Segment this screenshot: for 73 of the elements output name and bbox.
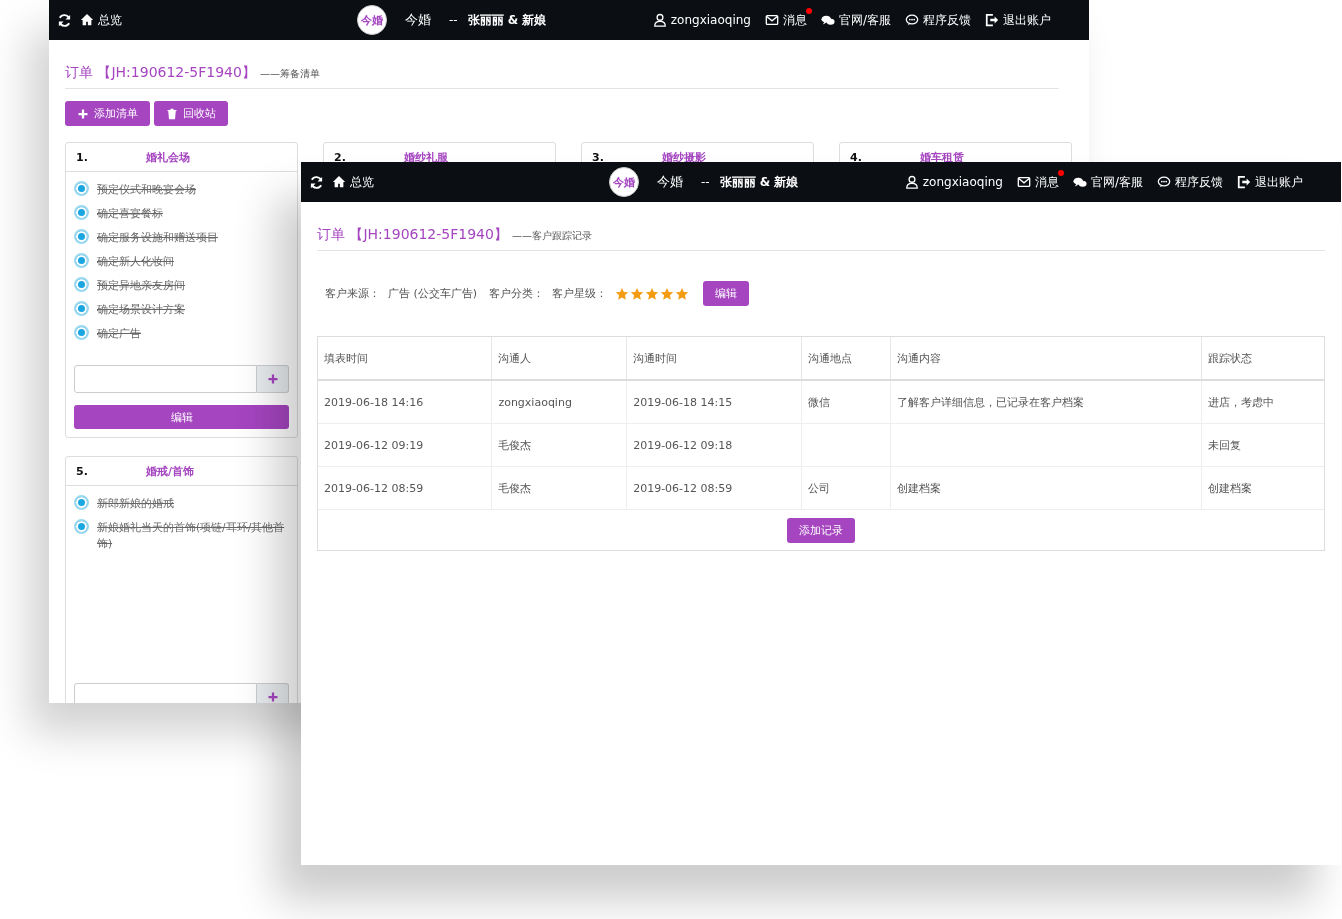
table-cell: zongxiaoqing [491, 380, 627, 424]
support-link[interactable]: 官网/客服 [1090, 173, 1143, 191]
brand-name: 今婚 [405, 11, 431, 29]
logo-badge: 今婚 [357, 5, 387, 35]
logo-badge: 今婚 [609, 167, 639, 197]
card-title: 婚纱摄影 [662, 149, 706, 165]
separator-text: -- [449, 13, 458, 27]
table-cell: 2019-06-18 14:16 [318, 380, 492, 424]
home-link[interactable]: 总览 [98, 11, 122, 29]
table-cell: 进店，考虑中 [1201, 380, 1324, 424]
couple-name: 张丽丽 & 新娘 [719, 173, 799, 191]
table-cell: 2019-06-12 09:18 [626, 423, 802, 467]
messages-link[interactable]: 消息 [782, 11, 807, 29]
checklist-item: 确定新人化妆间 [97, 254, 174, 269]
card-number: 1. [76, 150, 89, 164]
column-header: 填表时间 [318, 337, 492, 380]
table-cell: 公司 [801, 466, 891, 510]
checklist-item: 确定广告 [97, 326, 141, 341]
column-header: 沟通地点 [801, 337, 891, 380]
table-cell: 微信 [801, 380, 891, 424]
checklist-item: 预定异地亲友房间 [97, 278, 185, 293]
table-cell: 创建档案 [1201, 466, 1324, 510]
table-cell: 2019-06-18 14:15 [626, 380, 802, 424]
page-subtitle: ——客户跟踪记录 [511, 229, 592, 243]
table-cell: 毛俊杰 [491, 423, 627, 467]
user-link[interactable]: zongxiaoqing [670, 13, 751, 27]
card-number: 2. [334, 150, 347, 164]
column-header: 沟通人 [491, 337, 627, 380]
user-link[interactable]: zongxiaoqing [922, 175, 1003, 189]
checklist-item: 确定服务设施和赠送项目 [97, 230, 218, 245]
card-title: 婚礼会场 [146, 149, 190, 165]
table-cell: 创建档案 [890, 466, 1202, 510]
table-cell: 毛俊杰 [491, 466, 627, 510]
feedback-link[interactable]: 程序反馈 [1175, 173, 1223, 191]
column-header: 跟踪状态 [1201, 337, 1324, 380]
add-list-button[interactable]: 添加清单 [65, 101, 150, 126]
checklist-item: 确定场景设计方案 [97, 302, 185, 317]
table-cell: 2019-06-12 08:59 [318, 466, 492, 510]
brand-name: 今婚 [657, 173, 683, 191]
card-number: 5. [76, 464, 89, 478]
page-subtitle: ——筹备清单 [259, 67, 320, 81]
checklist-item: 预定仪式和晚宴会场 [97, 182, 196, 197]
checklist-item: 新郎新娘的婚戒 [97, 496, 174, 511]
card-number: 3. [592, 150, 605, 164]
table-cell: 2019-06-12 09:19 [318, 423, 492, 467]
edit-button[interactable]: 编辑 [703, 281, 750, 306]
card-number: 4. [850, 150, 863, 164]
source-value: 广告 (公交车广告) [388, 286, 478, 301]
checklist-item: 新娘婚礼当天的首饰(项链/耳环/其他首饰) [97, 520, 286, 551]
order-title: 订单 【JH:190612-5F1940】 [317, 226, 508, 244]
table-cell: 未回复 [1201, 423, 1324, 467]
separator-text: -- [701, 175, 710, 189]
table-cell: 2019-06-12 08:59 [626, 466, 802, 510]
messages-link[interactable]: 消息 [1034, 173, 1059, 191]
column-header: 沟通内容 [890, 337, 1202, 380]
support-link[interactable]: 官网/客服 [838, 11, 891, 29]
home-link[interactable]: 总览 [350, 173, 374, 191]
source-label: 客户来源： [325, 286, 380, 301]
couple-name: 张丽丽 & 新娘 [467, 11, 547, 29]
rating-label: 客户星级： [552, 286, 608, 301]
checklist-item: 确定喜宴餐标 [97, 206, 163, 221]
card-title: 婚戒/首饰 [146, 463, 195, 479]
order-title: 订单 【JH:190612-5F1940】 [65, 64, 256, 82]
logout-link[interactable]: 退出账户 [1255, 173, 1303, 191]
logout-link[interactable]: 退出账户 [1003, 11, 1051, 29]
feedback-link[interactable]: 程序反馈 [923, 11, 971, 29]
column-header: 沟通时间 [626, 337, 802, 380]
card-title: 婚纱礼服 [404, 149, 448, 165]
edit-button[interactable]: 编辑 [74, 405, 289, 429]
recycle-bin-button[interactable]: 回收站 [154, 101, 228, 126]
table-cell: 了解客户详细信息，已记录在客户档案 [890, 380, 1202, 424]
category-label: 客户分类： [489, 286, 545, 301]
add-record-button[interactable]: 添加记录 [787, 518, 855, 543]
